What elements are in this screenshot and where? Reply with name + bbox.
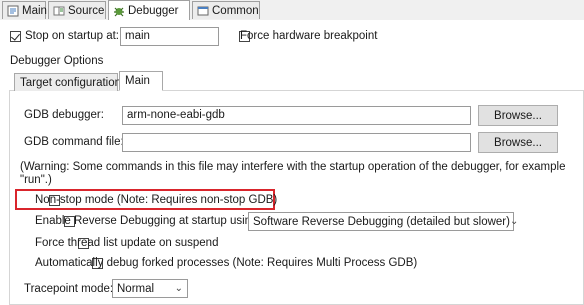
reverse-debugging-label: Enable Reverse Debugging at startup usin… xyxy=(35,215,261,227)
force-thread-list-label: Force thread list update on suspend xyxy=(35,237,219,249)
auto-debug-forked-label: Automatically debug forked processes (No… xyxy=(35,257,418,269)
stop-on-startup-label: Stop on startup at: xyxy=(25,30,119,42)
subtab-target-configuration-label: Target configuration xyxy=(20,76,122,89)
non-stop-mode-label: Non-stop mode (Note: Requires non-stop G… xyxy=(35,194,278,206)
tracepoint-mode-label: Tracepoint mode: xyxy=(24,283,114,295)
tab-debugger-label: Debugger xyxy=(128,4,179,17)
source-tab-icon xyxy=(53,5,65,17)
force-hw-breakpoint-label: Force hardware breakpoint xyxy=(240,30,378,42)
tracepoint-mode-value: Normal xyxy=(117,282,155,295)
reverse-debugging-select[interactable]: Software Reverse Debugging (detailed but… xyxy=(248,212,518,231)
tab-source[interactable]: Source xyxy=(48,1,106,19)
tracepoint-mode-select[interactable]: Normal ⌄ xyxy=(112,279,188,298)
chevron-down-icon: ⌄ xyxy=(509,216,519,227)
debugger-tab-icon xyxy=(113,5,125,17)
tab-main-label: Main xyxy=(22,4,47,17)
main-tab-icon xyxy=(7,5,19,17)
subtab-main-label: Main xyxy=(125,75,150,87)
stop-on-startup-checkbox[interactable] xyxy=(10,31,21,42)
tab-debugger[interactable]: Debugger xyxy=(108,0,190,20)
common-tab-icon xyxy=(197,5,209,17)
gdb-debugger-label: GDB debugger: xyxy=(24,109,104,121)
gdb-debugger-input[interactable]: arm-none-eabi-gdb xyxy=(122,106,471,125)
stop-on-startup-input[interactable]: main xyxy=(120,27,219,46)
chevron-down-icon: ⌄ xyxy=(174,283,183,294)
gdb-command-file-input[interactable] xyxy=(122,133,471,152)
debugger-options-title: Debugger Options xyxy=(10,55,104,67)
gdb-command-file-browse-button[interactable]: Browse... xyxy=(478,132,558,153)
reverse-debugging-select-value: Software Reverse Debugging (detailed but… xyxy=(253,215,510,228)
tab-common[interactable]: Common xyxy=(192,1,260,19)
tab-source-label: Source xyxy=(68,4,105,17)
tab-main[interactable]: Main xyxy=(2,1,47,19)
subtab-main[interactable]: Main xyxy=(119,71,163,91)
warning-text-line2: "run".) xyxy=(20,174,52,186)
gdb-command-file-label: GDB command file: xyxy=(24,136,124,148)
tab-common-label: Common xyxy=(212,4,259,17)
subtab-target-configuration[interactable]: Target configuration xyxy=(14,73,122,91)
gdb-debugger-browse-button[interactable]: Browse... xyxy=(478,105,558,126)
warning-text-line1: (Warning: Some commands in this file may… xyxy=(20,161,566,173)
